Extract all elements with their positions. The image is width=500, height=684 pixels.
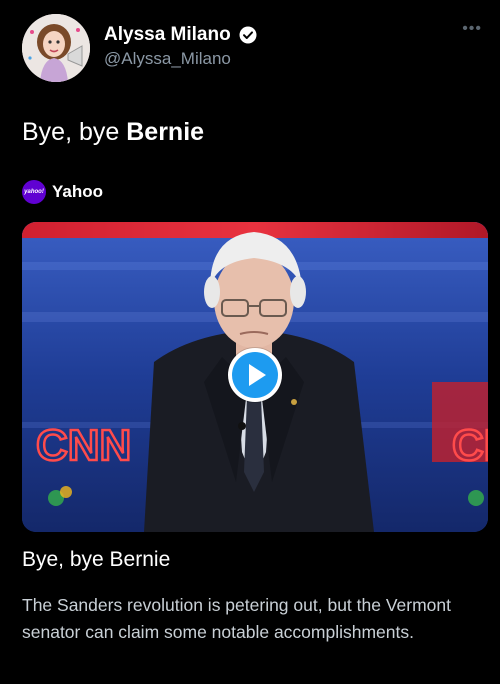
card-description[interactable]: The Sanders revolution is petering out, … bbox=[22, 592, 482, 646]
more-options-icon[interactable]: ••• bbox=[462, 21, 482, 37]
tweet-text-bold: Bernie bbox=[126, 118, 205, 146]
link-source[interactable]: yahoo! Yahoo bbox=[22, 180, 103, 204]
source-name: Yahoo bbox=[52, 182, 104, 201]
tweet-text: Bye, bye Bernie bbox=[22, 118, 204, 147]
author-block: Alyssa Milano @Alyssa_Milano bbox=[104, 24, 257, 69]
user-handle[interactable]: @Alyssa_Milano bbox=[104, 49, 257, 69]
verified-badge-icon bbox=[239, 26, 257, 44]
cartoon-avatar-icon bbox=[22, 14, 90, 82]
cnn-logo-left: CNN bbox=[36, 421, 131, 470]
video-thumbnail[interactable]: CNN CNN bbox=[22, 222, 488, 532]
cnn-logo-right: CNN bbox=[452, 421, 488, 470]
avatar[interactable] bbox=[22, 14, 90, 82]
tweet-header: Alyssa Milano @Alyssa_Milano ••• bbox=[22, 14, 482, 84]
play-icon bbox=[232, 352, 278, 398]
yahoo-logo-icon: yahoo! bbox=[22, 180, 46, 204]
tweet-text-prefix: Bye, bye bbox=[22, 118, 127, 146]
card-title[interactable]: Bye, bye Bernie bbox=[22, 548, 170, 572]
play-button[interactable] bbox=[228, 348, 282, 402]
display-name[interactable]: Alyssa Milano bbox=[104, 24, 231, 46]
